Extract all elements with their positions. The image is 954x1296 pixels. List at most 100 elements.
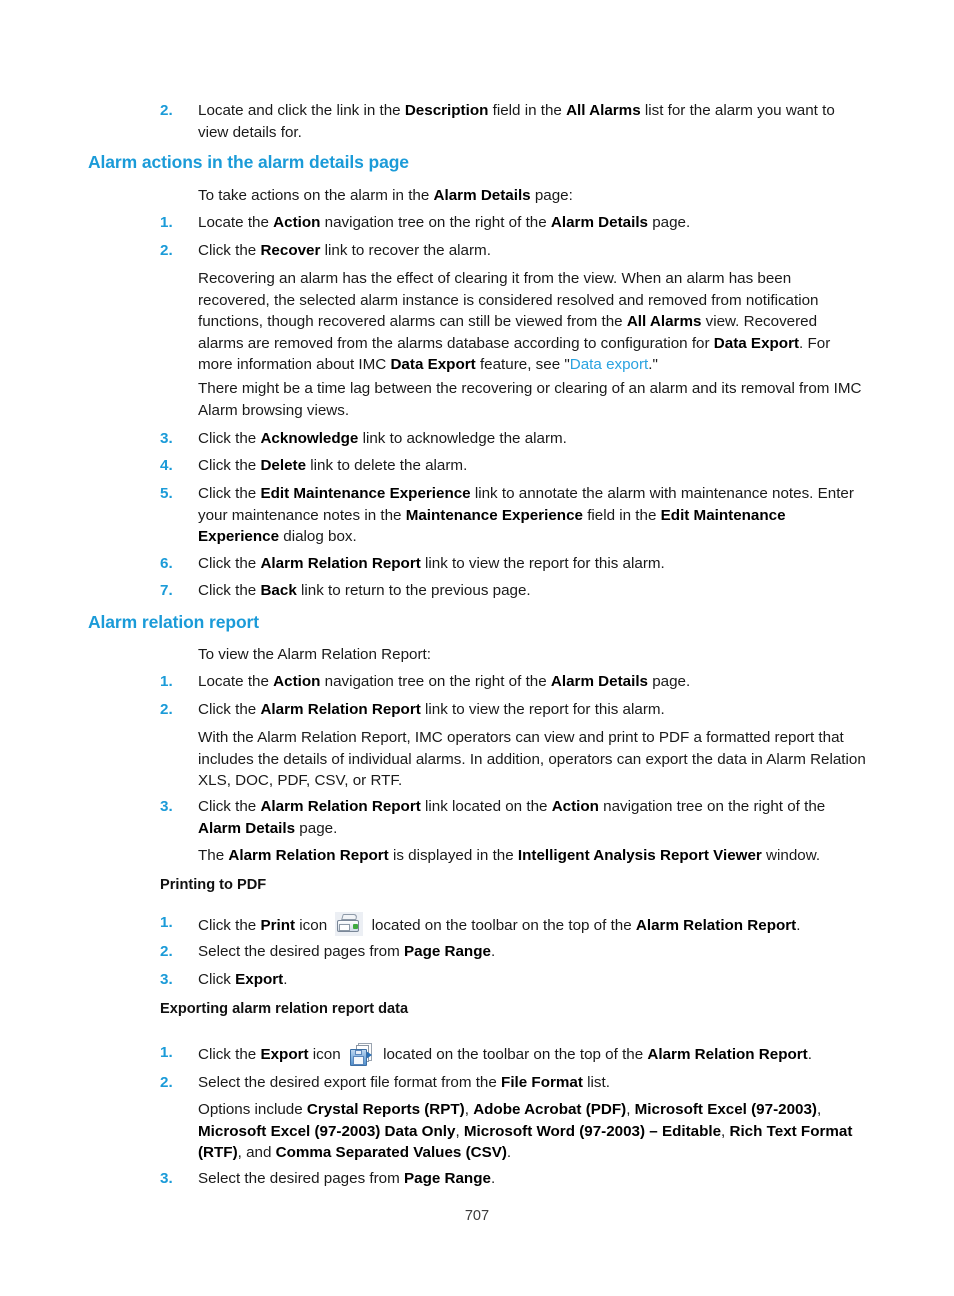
list-item: 7. Click the Back link to return to the … [160,580,866,602]
list-number: 6. [160,555,173,572]
paragraph-intro-relation: To view the Alarm Relation Report: [198,646,431,663]
paragraph-export-options: Options include Crystal Reports (RPT), A… [198,1099,866,1164]
text-run: link to view the report for this alarm. [420,555,665,572]
text-run: link located on the [420,798,552,815]
list-number: 7. [160,582,173,599]
bold-run: All Alarms [566,102,641,119]
list-item: 3. Click the Acknowledge link to acknowl… [160,428,866,450]
section-heading-alarm-actions: Alarm actions in the alarm details page [88,152,409,172]
list-item: 2. Select the desired export file format… [160,1072,866,1094]
text-run: , [455,1122,464,1140]
bold-run: All Alarms [626,313,702,331]
document-page: 2. Locate and click the link in the Desc… [0,0,954,1296]
bold-run: Adobe Acrobat (PDF) [473,1101,627,1118]
list-number: 3. [160,1170,173,1187]
list-number: 1. [160,673,173,690]
text-run: Click the [198,457,261,474]
text-run: Locate the [198,673,274,690]
bold-run: Description [404,102,489,119]
list-item: 2. Select the desired pages from Page Ra… [160,941,866,963]
bold-run: Action [551,798,599,815]
bold-run: Microsoft Excel (97-2003) [634,1101,817,1118]
print-icon [335,912,364,936]
link-data-export[interactable]: Data export [570,356,649,373]
text-run: Click the [198,917,261,934]
text-run: link to delete the alarm. [306,457,468,474]
paragraph-time-lag: There might be a time lag between the re… [198,380,862,419]
bold-run: Recover [260,242,321,259]
bold-run: Alarm Details [550,214,648,231]
subheading-exporting-alarm-relation-report-data: Exporting alarm relation report data [160,1001,409,1017]
list-text: Select the desired pages from Page Range… [198,1168,866,1190]
text-run: , [626,1101,635,1118]
text-run: navigation tree on the right of the [598,798,826,815]
section-heading-alarm-relation-report: Alarm relation report [88,612,259,632]
list-number: 4. [160,457,173,474]
bold-run: Crystal Reports (RPT) [306,1101,465,1118]
bold-run: Alarm Details [550,673,648,690]
text-run: link to recover the alarm. [320,242,491,259]
text-run: icon [295,917,332,934]
text-run: To take actions on the alarm in the [198,187,434,204]
bold-run: Intelligent Analysis Report Viewer [517,847,762,864]
list-item: 2. Click the Alarm Relation Report link … [160,699,866,721]
list-number: 3. [160,430,173,447]
text-run: Locate and click the link in the [198,102,405,119]
list-item: 3. Select the desired pages from Page Ra… [160,1168,866,1190]
bold-run: Alarm Details [433,187,531,204]
text-run: page. [647,673,691,690]
bold-run: File Format [501,1074,583,1091]
text-run: link to view the report for this alarm. [420,701,665,718]
list-number: 3. [160,798,173,815]
list-item: 3. Click Export. [160,969,866,991]
list-number: 3. [160,971,173,988]
list-text: Click the Recover link to recover the al… [198,240,866,262]
list-item: 1. Click the Export icon located on the … [160,1042,866,1068]
list-text: Locate the Action navigation tree on the… [198,212,866,234]
bold-run: Alarm Relation Report [647,1046,808,1063]
bold-run: Action [273,214,321,231]
paragraph-recover-explanation: Recovering an alarm has the effect of cl… [198,268,866,376]
bold-run: Data Export [390,356,476,374]
list-text: Select the desired pages from Page Range… [198,941,866,963]
list-item: 3. Click the Alarm Relation Report link … [160,796,866,839]
text-run: link to return to the previous page. [296,582,531,599]
list-text: Click Export. [198,969,866,991]
text-run: . [796,917,801,934]
paragraph-relation-result: The Alarm Relation Report is displayed i… [198,845,866,867]
list-number: 2. [160,102,173,119]
page-number: 707 [464,1208,490,1224]
text-run: list. [582,1074,610,1091]
text-run: window. [761,847,821,864]
list-item: 6. Click the Alarm Relation Report link … [160,553,866,575]
list-number: 2. [160,242,173,259]
bold-run: Microsoft Word (97-2003) – Editable [463,1122,722,1140]
text-run: field in the [582,506,661,524]
text-run: feature, see " [475,356,570,374]
bold-run: Export [235,971,284,988]
list-item: 2. Click the Recover link to recover the… [160,240,866,262]
list-number: 2. [160,1074,173,1091]
text-run: , and [237,1144,276,1162]
export-icon [348,1042,375,1068]
text-run: navigation tree on the right of the [320,673,551,690]
text-run: Select the desired export file format fr… [198,1074,502,1091]
list-item: 2. Locate and click the link in the Desc… [160,100,866,143]
list-number: 1. [160,214,173,231]
list-item: 1. Click the Print icon located on the t… [160,912,866,937]
text-run: Click the [198,430,261,447]
text-run: dialog box. [279,528,357,546]
list-number: 2. [160,701,173,718]
bold-run: Alarm Relation Report [260,798,421,815]
text-run: icon [308,1046,345,1063]
paragraph-intro-actions: To take actions on the alarm in the Alar… [198,185,866,207]
list-text: Click the Print icon located on the tool… [198,912,866,937]
list-text: Click the Acknowledge link to acknowledg… [198,428,866,450]
list-text: Click the Edit Maintenance Experience li… [198,483,866,548]
list-item: 1. Locate the Action navigation tree on … [160,212,866,234]
bold-run: Maintenance Experience [405,506,583,524]
bold-run: Print [260,917,296,934]
text-run: Click the [198,1046,261,1063]
bold-run: Alarm Relation Report [635,917,797,934]
list-text: Click the Alarm Relation Report link loc… [198,796,866,839]
